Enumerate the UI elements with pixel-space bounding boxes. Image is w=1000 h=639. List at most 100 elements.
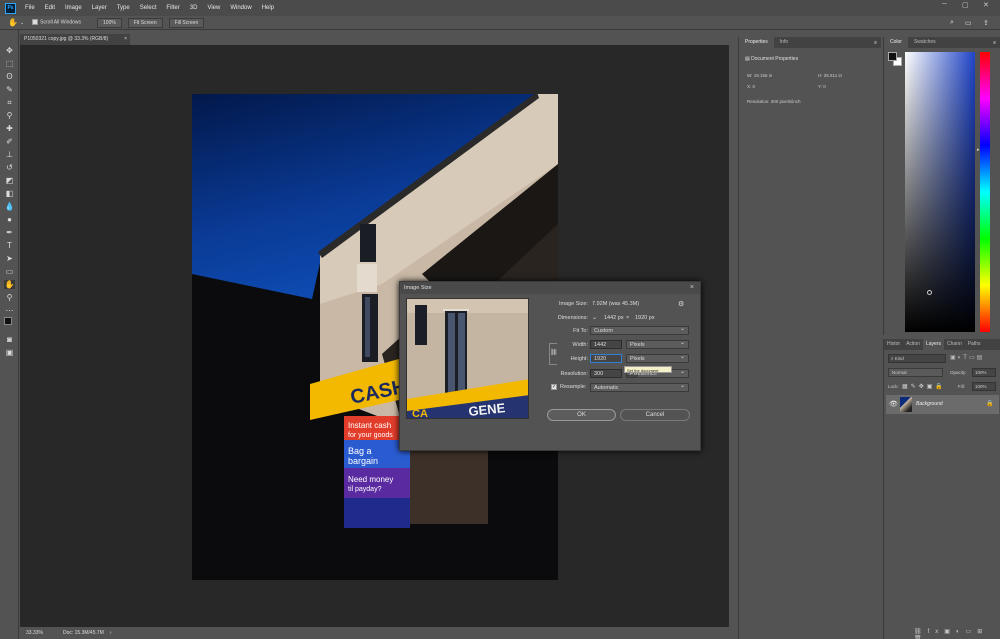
gradient-tool-icon[interactable]: ◧ — [4, 189, 15, 198]
tab-color[interactable]: Color — [884, 37, 908, 48]
rectangle-tool-icon[interactable]: ▭ — [4, 267, 15, 276]
new-group-icon[interactable]: ▭ — [966, 629, 978, 635]
chevron-down-icon[interactable]: ⌄ — [20, 20, 24, 26]
history-brush-tool-icon[interactable]: ↺ — [4, 163, 15, 172]
tab-actions[interactable]: Action — [903, 339, 923, 350]
quick-select-tool-icon[interactable]: ✎ — [4, 85, 15, 94]
menu-layer[interactable]: Layer — [87, 5, 112, 11]
fill-screen-button[interactable]: Fill Screen — [168, 17, 205, 28]
add-mask-icon[interactable]: ▣ — [944, 629, 956, 635]
zoom-tool-icon[interactable]: ⚲ — [4, 293, 15, 302]
document-tab[interactable]: P1050321 copy.jpg @ 33.3% (RGB/8) × — [20, 34, 130, 45]
height-unit-select[interactable]: Pixels — [626, 354, 689, 363]
menu-type[interactable]: Type — [112, 5, 135, 11]
layer-filter-search[interactable]: ⌕ Kind — [888, 354, 946, 363]
blur-tool-icon[interactable]: 💧 — [4, 202, 15, 211]
tab-swatches[interactable]: Swatches — [908, 37, 942, 48]
dimensions-chevron-icon[interactable]: ⌄ — [592, 314, 597, 321]
hand-tool-icon[interactable]: ✋ — [8, 18, 18, 27]
menu-image[interactable]: Image — [60, 5, 87, 11]
menu-file[interactable]: File — [20, 5, 40, 11]
close-icon[interactable]: ✕ — [983, 1, 989, 9]
share-icon[interactable]: ⇪ — [983, 19, 989, 27]
width-unit-select[interactable]: Pixels — [626, 340, 689, 349]
height-input[interactable]: 1920 — [590, 354, 622, 363]
menu-window[interactable]: Window — [225, 5, 256, 11]
fill-input[interactable]: 100% — [972, 382, 996, 391]
search-icon[interactable]: ⌕ — [950, 19, 954, 27]
color-field[interactable] — [905, 52, 975, 332]
scroll-all-windows-checkbox[interactable]: Scroll All Windows — [32, 19, 81, 26]
tab-close-icon[interactable]: × — [124, 36, 127, 42]
quick-mask-icon[interactable]: ◙ — [4, 335, 15, 344]
ok-button[interactable]: OK — [547, 409, 616, 421]
dialog-close-icon[interactable]: × — [690, 284, 694, 291]
tab-layers[interactable]: Layers — [922, 339, 944, 350]
image-preview[interactable]: CA GENE — [406, 298, 529, 419]
settings-gear-icon[interactable]: ⚙ — [678, 300, 684, 308]
tab-info[interactable]: Info — [774, 37, 794, 48]
hue-slider[interactable] — [980, 52, 990, 332]
new-layer-icon[interactable]: ⊞ — [977, 629, 988, 635]
hand-tool-icon[interactable]: ✋ — [4, 280, 15, 289]
document-info[interactable]: Doc: 15.3M/45.7M — [63, 630, 104, 636]
lock-options-icons[interactable]: ▦✎✥▣🔒 — [902, 383, 946, 390]
menu-filter[interactable]: Filter — [161, 5, 184, 11]
type-tool-icon[interactable]: T — [4, 241, 15, 250]
tab-paths[interactable]: Paths — [965, 339, 984, 350]
tab-channels[interactable]: Chann — [944, 339, 965, 350]
lock-icon[interactable]: 🔒 — [986, 400, 993, 407]
layer-row[interactable]: 👁 Background 🔒 — [886, 395, 999, 414]
menu-view[interactable]: View — [202, 5, 225, 11]
menu-edit[interactable]: Edit — [40, 5, 60, 11]
foreground-color-swatch[interactable] — [888, 52, 897, 61]
eyedropper-tool-icon[interactable]: ⚲ — [4, 111, 15, 120]
layer-filter-icons[interactable]: ▣◐T▭▤ — [950, 354, 998, 363]
workspace-icon[interactable]: ▭ — [965, 19, 972, 27]
more-tools-icon[interactable]: ⋯ — [4, 306, 15, 315]
resolution-input[interactable]: 300 — [590, 369, 622, 378]
maximize-icon[interactable]: ▢ — [962, 1, 969, 9]
eye-visibility-icon[interactable]: 👁 — [889, 400, 898, 408]
tab-history[interactable]: Histor — [884, 339, 903, 350]
marquee-tool-icon[interactable]: ⬚ — [4, 59, 15, 68]
link-icon[interactable]: ⛓ — [550, 349, 558, 356]
lasso-tool-icon[interactable]: ʘ — [4, 72, 15, 81]
adjustment-layer-icon[interactable]: ◐ — [956, 629, 966, 635]
panel-menu-icon[interactable]: ≡ — [874, 40, 877, 46]
y-value[interactable]: 0 — [823, 84, 826, 89]
fit-screen-button[interactable]: Fit Screen — [127, 17, 163, 28]
screen-mode-icon[interactable]: ▣ — [4, 348, 15, 357]
pen-tool-icon[interactable]: ✒ — [4, 228, 15, 237]
clone-stamp-tool-icon[interactable]: ⊥ — [4, 150, 15, 159]
panel-menu-icon[interactable]: ≡ — [993, 40, 996, 46]
eraser-tool-icon[interactable]: ◩ — [4, 176, 15, 185]
opacity-input[interactable]: 100% — [972, 368, 996, 377]
h-value[interactable]: 25.511 in — [824, 73, 842, 78]
menu-select[interactable]: Select — [135, 5, 162, 11]
link-layers-icon[interactable]: ⛓ — [914, 629, 928, 635]
menu-3d[interactable]: 3D — [185, 5, 203, 11]
fit-to-select[interactable]: Custom — [590, 326, 689, 335]
color-picker-handle[interactable] — [927, 290, 932, 295]
menu-help[interactable]: Help — [257, 5, 279, 11]
cancel-button[interactable]: Cancel — [620, 409, 690, 421]
zoom-100-button[interactable]: 100% — [97, 17, 122, 28]
width-input[interactable]: 1442 — [590, 340, 622, 349]
w-value[interactable]: 19.156 in — [754, 73, 773, 78]
resample-select[interactable]: Automatic — [590, 383, 689, 392]
crop-tool-icon[interactable]: ⌗ — [4, 98, 15, 107]
blend-mode-select[interactable]: Normal — [888, 368, 943, 377]
path-selection-tool-icon[interactable]: ➤ — [4, 254, 15, 263]
move-tool-icon[interactable]: ✥ — [4, 46, 15, 55]
resample-checkbox[interactable]: ✓ — [551, 384, 557, 390]
layer-name[interactable]: Background — [916, 401, 943, 407]
chevron-right-icon[interactable]: › — [110, 630, 112, 636]
hue-slider-handle-icon[interactable]: ▸ — [977, 147, 980, 153]
brush-tool-icon[interactable]: ✐ — [4, 137, 15, 146]
healing-brush-tool-icon[interactable]: ✚ — [4, 124, 15, 133]
foreground-color-swatch[interactable] — [4, 317, 12, 325]
minimize-icon[interactable]: ─ — [942, 1, 947, 8]
x-value[interactable]: 0 — [753, 84, 756, 89]
tab-properties[interactable]: Properties — [739, 37, 774, 48]
